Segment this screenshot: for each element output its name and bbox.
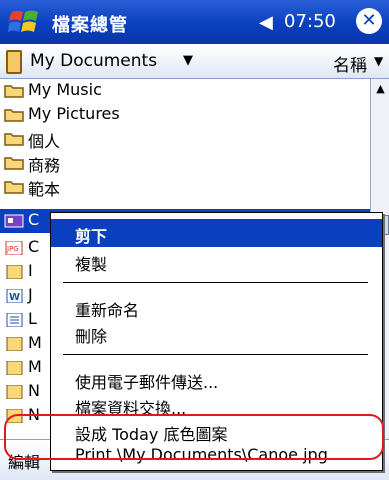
menu-item-delete[interactable]: 刪除: [51, 319, 382, 347]
menu-item-label: 複製: [75, 255, 108, 274]
menu-item-rename[interactable]: 重新命名: [51, 293, 382, 321]
document-file-icon: [6, 313, 23, 327]
speaker-icon[interactable]: ◀︎: [259, 12, 273, 33]
clock[interactable]: 07:50: [284, 11, 336, 32]
file-name: 個人: [28, 132, 61, 151]
menu-separator: [63, 354, 368, 355]
menu-item-cut[interactable]: 剪下: [51, 219, 382, 247]
menu-item-send-email[interactable]: 使用電子郵件傳送...: [51, 365, 382, 393]
file-name: M: [28, 333, 42, 352]
file-name: L: [28, 309, 37, 328]
svg-text:W: W: [9, 292, 20, 303]
file-name: C: [28, 210, 40, 229]
svg-text:JPG: JPG: [6, 245, 19, 253]
folder-icon: [4, 85, 24, 98]
title-bar: 檔案總管 ◀︎ 07:50 ✕: [0, 0, 389, 44]
folder-path-bar: My Documents ▼ 名稱 ▼: [0, 44, 389, 79]
annotation-highlight-outline: [4, 414, 384, 460]
chevron-down-icon[interactable]: ▼: [183, 53, 193, 68]
note-file-icon: [6, 337, 23, 351]
pocket-device-icon: [6, 50, 22, 74]
file-name: 範本: [28, 180, 61, 199]
menu-item-label: 使用電子郵件傳送...: [75, 373, 219, 392]
note-file-icon: [6, 265, 23, 279]
list-item[interactable]: 商務: [0, 151, 370, 175]
folder-icon: [4, 157, 24, 170]
folder-icon: [4, 109, 24, 122]
folder-icon: [4, 181, 24, 194]
folder-icon: [4, 133, 24, 146]
file-name: My Music: [28, 80, 102, 99]
list-item[interactable]: 個人: [0, 127, 370, 151]
menu-item-copy[interactable]: 複製: [51, 247, 382, 275]
file-name: 商務: [28, 156, 61, 175]
sort-dropdown[interactable]: 名稱: [333, 51, 367, 76]
file-name: J: [28, 285, 33, 304]
file-name: I: [28, 261, 33, 280]
image-file-icon: [4, 214, 24, 228]
current-folder-dropdown[interactable]: My Documents: [30, 51, 157, 71]
list-item[interactable]: My Pictures: [0, 103, 370, 127]
menu-item-label: 刪除: [75, 327, 108, 346]
menu-separator: [63, 282, 368, 283]
note-file-icon: [6, 385, 23, 399]
app-title[interactable]: 檔案總管: [52, 11, 128, 37]
close-button[interactable]: ✕: [356, 8, 382, 34]
note-file-icon: [6, 361, 23, 375]
jpg-file-icon: JPG: [5, 241, 23, 255]
word-file-icon: W: [6, 289, 23, 303]
list-item[interactable]: 範本: [0, 175, 370, 199]
file-name: C: [28, 237, 40, 256]
sort-chevron-down-icon[interactable]: ▼: [374, 54, 383, 68]
scroll-up-arrow-icon[interactable]: ▲: [371, 79, 389, 99]
file-name: N: [28, 381, 40, 400]
file-name: My Pictures: [28, 104, 120, 123]
list-item[interactable]: My Music: [0, 79, 370, 103]
menu-item-label: 剪下: [75, 227, 108, 246]
menu-item-label: 重新命名: [75, 301, 140, 320]
file-name: M: [28, 357, 42, 376]
windows-start-icon[interactable]: [8, 7, 40, 37]
